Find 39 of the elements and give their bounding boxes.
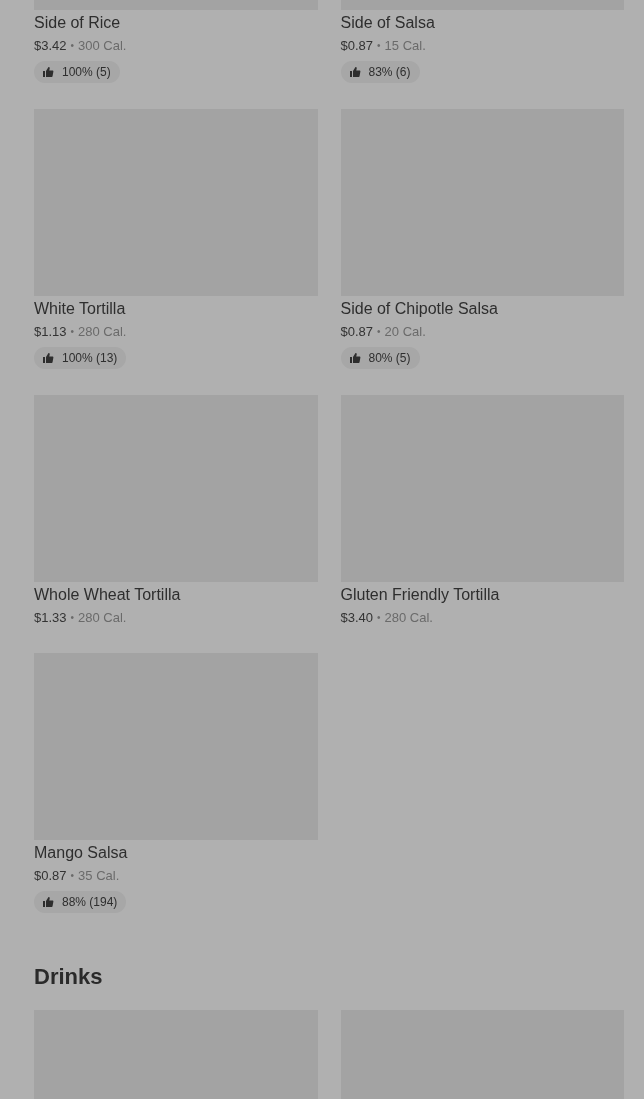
thumbs-up-icon xyxy=(348,66,361,78)
rating-text: 83% (6) xyxy=(368,64,411,81)
rating-text: 88% (194) xyxy=(62,894,118,911)
separator-dot: • xyxy=(377,611,381,625)
item-calories: 20 Cal. xyxy=(384,323,426,341)
item-name: Gluten Friendly Tortilla xyxy=(340,585,500,605)
item-name: Side of Chipotle Salsa xyxy=(340,299,498,319)
item-name: Side of Rice xyxy=(34,13,121,33)
item-name: White Tortilla xyxy=(34,299,126,319)
item-calories: 280 Cal. xyxy=(384,609,433,627)
item-price: $3.40 xyxy=(340,609,374,627)
thumbs-up-icon xyxy=(42,352,54,364)
item-price: $0.87 xyxy=(340,323,374,341)
item-name: Mango Salsa xyxy=(34,843,128,863)
separator-dot: • xyxy=(70,325,75,339)
item-price: $0.87 xyxy=(34,867,67,885)
item-calories: 300 Cal. xyxy=(78,37,127,55)
rating-text: 80% (5) xyxy=(368,350,411,367)
item-calories: 280 Cal. xyxy=(78,323,127,341)
item-calories: 35 Cal. xyxy=(78,867,120,885)
thumbs-up-icon xyxy=(348,352,361,364)
item-price: $0.87 xyxy=(340,37,374,55)
separator-dot: • xyxy=(70,39,75,53)
item-name: Whole Wheat Tortilla xyxy=(34,585,181,605)
separator-dot: • xyxy=(377,325,381,339)
section-heading: Drinks xyxy=(34,963,104,991)
separator-dot: • xyxy=(377,39,381,53)
thumbs-up-icon xyxy=(42,896,54,908)
rating-text: 100% (5) xyxy=(62,64,111,81)
item-price: $3.42 xyxy=(34,37,67,55)
item-price: $1.33 xyxy=(34,609,67,627)
item-calories: 15 Cal. xyxy=(384,37,426,55)
item-price: $1.13 xyxy=(34,323,67,341)
thumbs-up-icon xyxy=(42,66,54,78)
separator-dot: • xyxy=(70,611,75,625)
item-name: Side of Salsa xyxy=(340,13,435,33)
item-calories: 280 Cal. xyxy=(78,609,127,627)
rating-text: 100% (13) xyxy=(62,350,118,367)
separator-dot: • xyxy=(70,869,75,883)
